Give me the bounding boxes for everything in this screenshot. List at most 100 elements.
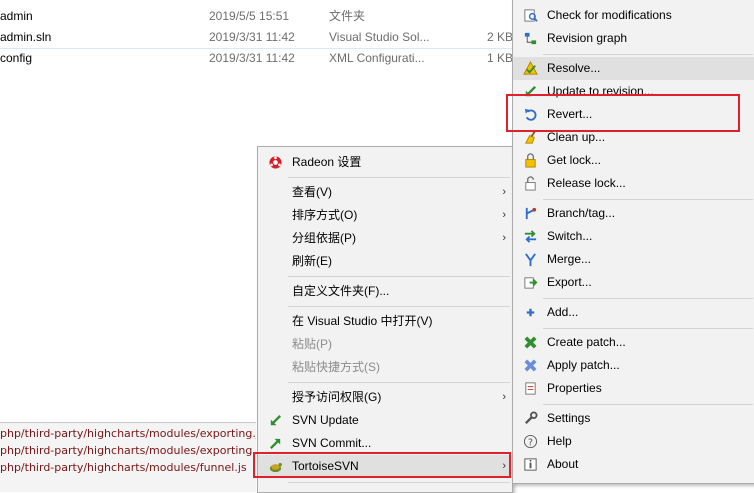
menu-item-label: Revision graph	[547, 31, 628, 45]
menu-item-svn-update[interactable]: SVN Update	[258, 409, 512, 432]
menu-item-label: 分组依据(P)	[292, 231, 356, 245]
menu-item-add[interactable]: Add...	[513, 301, 754, 324]
properties-icon	[525, 382, 536, 395]
chevron-right-icon: ›	[502, 391, 506, 403]
menu-item-label: Settings	[547, 411, 591, 425]
export-icon	[524, 277, 538, 289]
menu-item-label: Branch/tag...	[547, 206, 616, 220]
menu-separator	[288, 177, 510, 178]
menu-separator	[288, 306, 510, 307]
menu-item-export[interactable]: Export...	[513, 271, 754, 294]
file-row[interactable]: admin.sln 2019/3/31 11:42 Visual Studio …	[0, 27, 520, 49]
menu-item-get-lock[interactable]: Get lock...	[513, 149, 754, 172]
menu-item-properties[interactable]: Properties	[513, 377, 754, 400]
file-type: 文件夹	[329, 9, 366, 23]
svn-update-icon	[270, 414, 282, 426]
tortoisesvn-submenu: Check for modifications Revision graph R…	[512, 0, 754, 484]
file-row[interactable]: admin 2019/5/5 15:51 文件夹	[0, 6, 520, 27]
context-menu: Radeon 设置 查看(V) › 排序方式(O) › 分组依据(P) › 刷新…	[257, 146, 513, 493]
menu-item-label: Get lock...	[547, 153, 602, 167]
menu-item-refresh[interactable]: 刷新(E)	[258, 250, 512, 273]
menu-item-label: SVN Update	[292, 413, 359, 427]
menu-item-label: Export...	[547, 275, 592, 289]
release-lock-icon	[525, 176, 536, 191]
menu-item-label: Switch...	[547, 229, 593, 243]
log-line: php/third-party/highcharts/modules/expor…	[0, 444, 256, 457]
menu-separator	[543, 328, 753, 329]
menu-item-group-by[interactable]: 分组依据(P) ›	[258, 227, 512, 250]
chevron-right-icon: ›	[502, 209, 506, 221]
menu-separator	[543, 199, 753, 200]
menu-item-label: Create patch...	[547, 335, 626, 349]
switch-icon	[524, 230, 537, 243]
menu-item-label: Properties	[547, 381, 602, 395]
menu-item-create-patch[interactable]: Create patch...	[513, 331, 754, 354]
resolve-icon	[523, 61, 538, 75]
menu-separator	[543, 54, 753, 55]
about-icon	[524, 458, 537, 471]
menu-separator	[288, 382, 510, 383]
file-list: admin 2019/5/5 15:51 文件夹 admin.sln 2019/…	[0, 0, 520, 80]
menu-item-about[interactable]: About	[513, 453, 754, 476]
radeon-icon	[269, 156, 282, 169]
menu-separator	[288, 276, 510, 277]
menu-item-paste-shortcut[interactable]: 粘贴快捷方式(S)	[258, 356, 512, 379]
file-date: 2019/3/31 11:42	[209, 51, 295, 65]
file-date: 2019/3/31 11:42	[209, 30, 295, 44]
menu-separator	[543, 404, 753, 405]
menu-item-resolve[interactable]: Resolve...	[513, 57, 754, 80]
menu-item-customize-folder[interactable]: 自定义文件夹(F)...	[258, 280, 512, 303]
menu-item-switch[interactable]: Switch...	[513, 225, 754, 248]
add-icon	[526, 308, 535, 317]
menu-item-sort-by[interactable]: 排序方式(O) ›	[258, 204, 512, 227]
menu-item-revision-graph[interactable]: Revision graph	[513, 27, 754, 50]
menu-item-paste[interactable]: 粘贴(P)	[258, 333, 512, 356]
menu-separator	[288, 482, 510, 483]
menu-item-grant-access[interactable]: 授予访问权限(G) ›	[258, 386, 512, 409]
menu-item-settings[interactable]: Settings	[513, 407, 754, 430]
merge-icon	[525, 253, 536, 267]
menu-item-radeon-settings[interactable]: Radeon 设置	[258, 151, 512, 174]
menu-item-check-modifications[interactable]: Check for modifications	[513, 4, 754, 27]
settings-icon	[524, 411, 538, 425]
menu-item-label: Apply patch...	[547, 358, 620, 372]
menu-item-branch-tag[interactable]: Branch/tag...	[513, 202, 754, 225]
file-name: config	[0, 51, 33, 65]
svn-commit-icon	[269, 438, 281, 450]
menu-item-help[interactable]: ? Help	[513, 430, 754, 453]
svg-text:?: ?	[528, 437, 533, 448]
file-name: admin	[0, 9, 33, 23]
help-icon: ?	[523, 434, 538, 448]
menu-item-label: 在 Visual Studio 中打开(V)	[292, 314, 433, 328]
menu-item-view[interactable]: 查看(V) ›	[258, 181, 512, 204]
menu-item-apply-patch[interactable]: Apply patch...	[513, 354, 754, 377]
menu-item-label: Radeon 设置	[292, 155, 362, 169]
menu-item-label: 排序方式(O)	[292, 208, 358, 222]
menu-separator	[543, 298, 753, 299]
file-row[interactable]: config 2019/3/31 11:42 XML Configurati..…	[0, 48, 520, 69]
chevron-right-icon: ›	[502, 186, 506, 198]
file-date: 2019/5/5 15:51	[209, 9, 290, 23]
menu-item-label: 刷新(E)	[292, 254, 332, 268]
menu-item-open-in-visual-studio[interactable]: 在 Visual Studio 中打开(V)	[258, 310, 512, 333]
menu-item-label: 自定义文件夹(F)...	[292, 284, 390, 298]
check-modifications-icon	[524, 9, 538, 22]
log-line: php/third-party/highcharts/modules/funne…	[0, 461, 247, 474]
file-type: Visual Studio Sol...	[329, 30, 430, 44]
menu-item-label: 粘贴快捷方式(S)	[292, 360, 380, 374]
menu-item-label: 查看(V)	[292, 185, 332, 199]
menu-item-label: 粘贴(P)	[292, 337, 332, 351]
highlight-box-revert	[506, 94, 740, 132]
menu-item-label: Release lock...	[547, 176, 626, 190]
file-size: 2 KB	[487, 30, 514, 44]
menu-item-label: Check for modifications	[547, 8, 672, 22]
menu-item-release-lock[interactable]: Release lock...	[513, 172, 754, 195]
cleanup-icon	[525, 130, 536, 144]
file-size: 1 KB	[487, 51, 514, 65]
menu-item-label: Merge...	[547, 252, 592, 266]
file-type: XML Configurati...	[329, 51, 425, 65]
menu-item-label: Help	[547, 434, 572, 448]
menu-item-merge[interactable]: Merge...	[513, 248, 754, 271]
file-name: admin.sln	[0, 30, 52, 44]
menu-item-label: Add...	[547, 305, 579, 319]
